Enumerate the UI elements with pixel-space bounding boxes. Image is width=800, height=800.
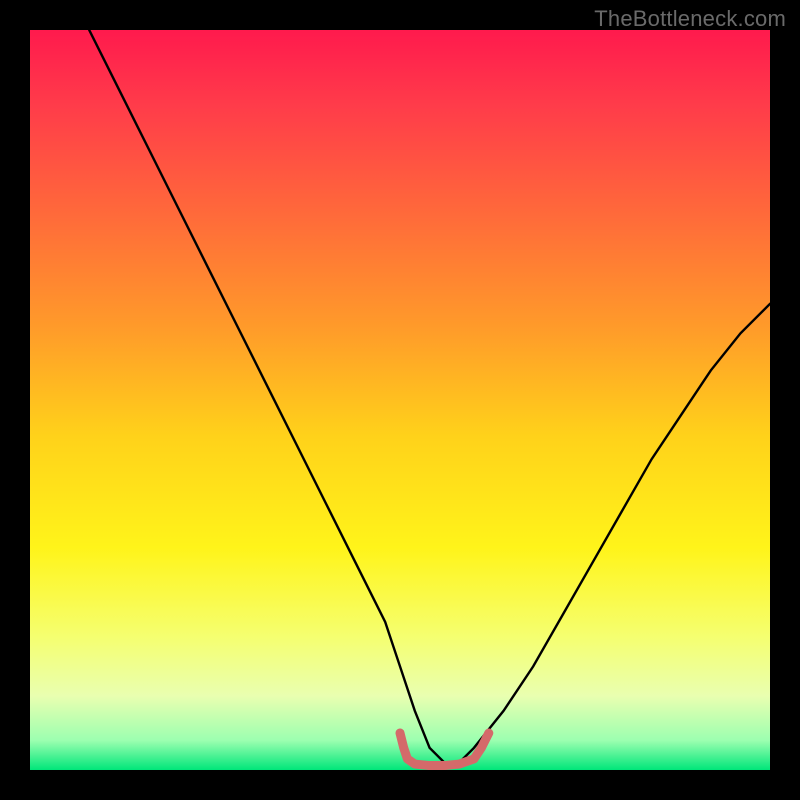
watermark-text: TheBottleneck.com [594,6,786,32]
plot-area [30,30,770,770]
chart-frame: TheBottleneck.com [0,0,800,800]
optimal-range-bracket [400,733,489,766]
chart-svg [30,30,770,770]
bottleneck-curve [89,30,770,763]
